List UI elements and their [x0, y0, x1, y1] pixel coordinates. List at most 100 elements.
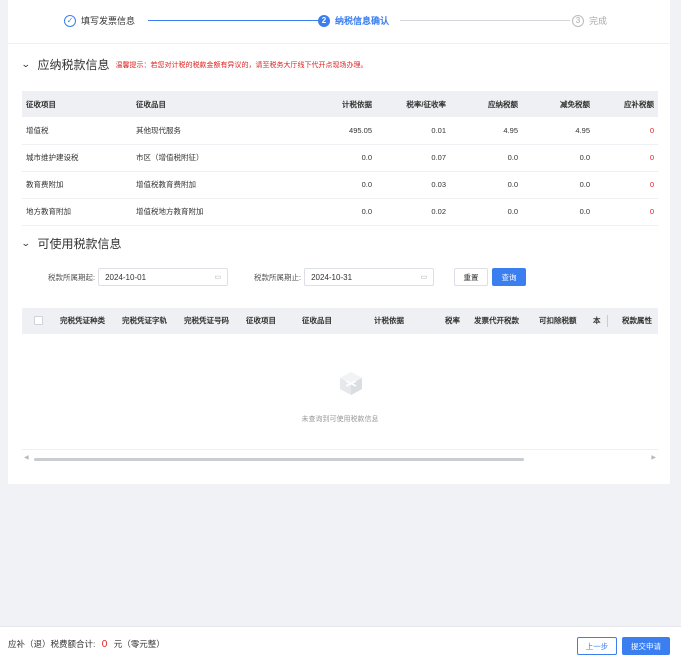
prev-step-button[interactable]: 上一步: [577, 637, 617, 655]
cell: 0.0: [522, 144, 594, 172]
column-divider: [607, 315, 608, 327]
col-header: 征收项目: [246, 316, 276, 325]
section-title: 应纳税款信息: [37, 58, 110, 72]
step-label: 填写发票信息: [81, 16, 136, 26]
cell: 增值税教育费附加: [132, 171, 282, 199]
cell: 0: [594, 144, 658, 172]
scrollbar-thumb[interactable]: [34, 458, 524, 461]
cell: 增值税地方教育附加: [132, 198, 282, 226]
date-value: 2024-10-01: [105, 272, 147, 282]
query-button[interactable]: 查询: [492, 268, 526, 286]
calendar-icon[interactable]: ▭: [420, 273, 427, 281]
total-summary: 应补（退）税费额合计: 0 元（零元整）: [8, 638, 165, 650]
step-complete: 3 完成: [572, 14, 607, 27]
end-date-input[interactable]: 2024-10-31 ▭: [304, 268, 435, 286]
cell: 0.0: [522, 171, 594, 199]
cell: 0.01: [376, 117, 450, 145]
horizontal-scrollbar[interactable]: ◀ ▶: [22, 455, 658, 463]
payable-section-header[interactable]: ⌄ 应纳税款信息 温馨提示：若您对计税的税款金额有异议的，请至税务大厅线下代开点…: [21, 56, 368, 73]
cell: 地方教育附加: [22, 198, 132, 226]
cell: 城市维护建设税: [22, 144, 132, 172]
table-row: 地方教育附加 增值税地方教育附加 0.0 0.02 0.0 0.0 0: [22, 198, 658, 226]
reset-button[interactable]: 重置: [454, 268, 488, 286]
empty-box-icon: [340, 372, 362, 395]
select-all-checkbox[interactable]: [34, 316, 43, 325]
col-header: 完税凭证号码: [184, 316, 229, 325]
total-unit: 元（零元整）: [113, 639, 165, 649]
col-header: 税率: [445, 316, 460, 325]
cell: 4.95: [522, 117, 594, 145]
cell: 0.0: [282, 171, 376, 199]
step-confirm-tax: 2 纳税信息确认: [318, 14, 389, 27]
cell: 495.05: [282, 117, 376, 145]
start-date-input[interactable]: 2024-10-01 ▭: [98, 268, 229, 286]
col-header: 计税依据: [374, 316, 404, 325]
col-header: 税款属性: [622, 316, 652, 325]
voucher-table-header: 完税凭证种类 完税凭证字轨 完税凭证号码 征收项目 征收品目 计税依据 税率 发…: [22, 308, 658, 334]
chevron-down-icon[interactable]: ⌄: [21, 238, 31, 249]
step-label: 纳税信息确认: [335, 16, 390, 26]
step-connector: [400, 20, 570, 21]
col-header: 应纳税额: [450, 91, 522, 117]
cell: 0: [594, 117, 658, 145]
calendar-icon[interactable]: ▭: [214, 273, 221, 281]
cell: 4.95: [450, 117, 522, 145]
check-icon: ✓: [64, 14, 76, 27]
empty-message: 未查询到可使用税款信息: [301, 416, 379, 423]
cell: 增值税: [22, 117, 132, 145]
cell: 0.0: [450, 198, 522, 226]
date-value: 2024-10-31: [311, 272, 353, 282]
available-section-header[interactable]: ⌄ 可使用税款信息: [21, 235, 122, 252]
scroll-right-icon[interactable]: ▶: [651, 454, 656, 461]
cell: 市区（增值税附征）: [132, 144, 282, 172]
cell: 教育费附加: [22, 171, 132, 199]
payable-tax-table: 征收项目 征收品目 计税依据 税率/征收率 应纳税额 减免税额 应补税额 增值税…: [22, 91, 658, 226]
cell: 0.02: [376, 198, 450, 226]
cell: 0.0: [522, 198, 594, 226]
footer-bar: 应补（退）税费额合计: 0 元（零元整） 上一步 提交申请: [0, 626, 681, 663]
filter-label: 税款所属期起:: [48, 272, 96, 282]
main-panel: ✓ 填写发票信息 2 纳税信息确认 3 完成 ⌄ 应纳税款信息 温馨提示：若您对…: [8, 0, 670, 484]
col-header: 减免税额: [522, 91, 594, 117]
step-fill-invoice: ✓ 填写发票信息: [64, 14, 135, 27]
table-row: 教育费附加 增值税教育费附加 0.0 0.03 0.0 0.0 0: [22, 171, 658, 199]
filter-start-date: 税款所属期起: 2024-10-01 ▭: [48, 268, 229, 286]
cell: 0.0: [282, 198, 376, 226]
section-title: 可使用税款信息: [37, 237, 122, 251]
cell: 0.0: [450, 171, 522, 199]
step-number: 2: [318, 14, 330, 27]
empty-state: 未查询到可使用税款信息: [22, 334, 658, 450]
total-amount: 0: [101, 639, 108, 650]
cell: 其他现代服务: [132, 117, 282, 145]
step-label: 完成: [589, 16, 608, 26]
col-header: 税率/征收率: [376, 91, 450, 117]
total-label: 应补（退）税费额合计:: [8, 639, 96, 649]
col-header: 征收项目: [22, 91, 132, 117]
col-header: 征收品目: [132, 91, 282, 117]
cell: 0.0: [450, 144, 522, 172]
cell: 0: [594, 171, 658, 199]
col-header: 可扣除税额: [539, 316, 577, 325]
step-connector: [148, 20, 320, 21]
cell: 0.03: [376, 171, 450, 199]
col-header: 发票代开税款: [474, 316, 519, 325]
cell: 0: [594, 198, 658, 226]
step-indicator: ✓ 填写发票信息 2 纳税信息确认 3 完成: [8, 0, 670, 44]
cell: 0.0: [282, 144, 376, 172]
col-header: 完税凭证字轨: [122, 316, 167, 325]
submit-button[interactable]: 提交申请: [622, 637, 670, 655]
filter-label: 税款所属期止:: [254, 272, 302, 282]
scroll-left-icon[interactable]: ◀: [24, 454, 29, 461]
col-header: 应补税额: [594, 91, 658, 117]
cell: 0.07: [376, 144, 450, 172]
warning-tip: 温馨提示：若您对计税的税款金额有异议的，请至税务大厅线下代开点现场办理。: [115, 61, 368, 69]
table-row: 城市维护建设税 市区（增值税附征） 0.0 0.07 0.0 0.0 0: [22, 144, 658, 172]
table-header-row: 征收项目 征收品目 计税依据 税率/征收率 应纳税额 减免税额 应补税额: [22, 91, 658, 117]
col-header: 本: [593, 316, 601, 325]
table-row: 增值税 其他现代服务 495.05 0.01 4.95 4.95 0: [22, 117, 658, 145]
col-header: 征收品目: [302, 316, 332, 325]
col-header: 完税凭证种类: [60, 316, 105, 325]
chevron-down-icon[interactable]: ⌄: [21, 59, 31, 70]
filter-end-date: 税款所属期止: 2024-10-31 ▭: [254, 268, 435, 286]
col-header: 计税依据: [282, 91, 376, 117]
